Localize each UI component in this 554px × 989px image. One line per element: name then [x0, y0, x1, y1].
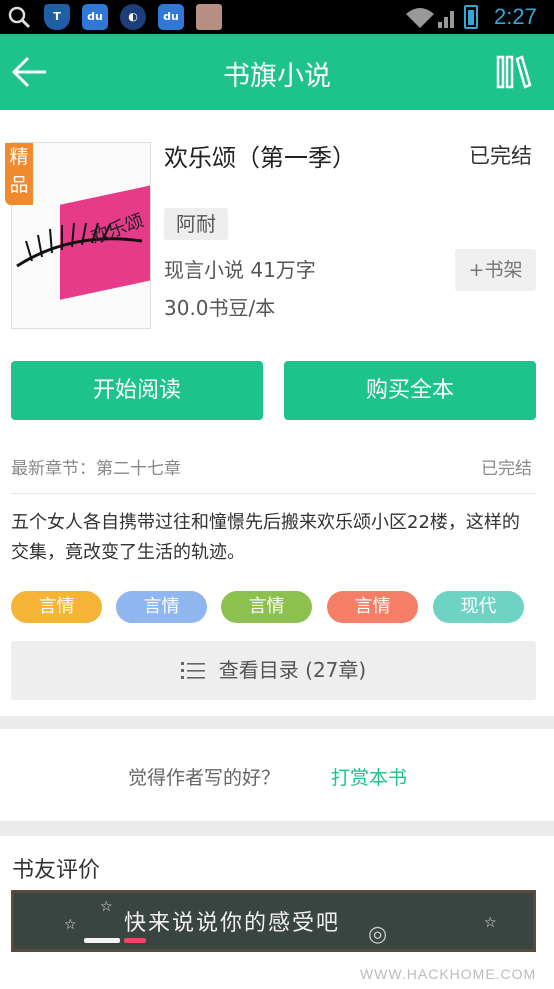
chapter-status: 已完结 — [481, 459, 532, 479]
book-detail-card: 欢乐颂 精品 欢乐颂（第一季） 已完结 阿耐 现言小说 41万字 30.0书豆/… — [0, 110, 554, 716]
view-catalog-button[interactable]: 查看目录 (27章) — [11, 641, 536, 700]
latest-chapter[interactable]: 最新章节：第二十七章 — [11, 454, 181, 479]
clock: 2:27 — [494, 4, 537, 29]
write-review-banner[interactable]: ☆ ☆ ☆ 快来说说你的感受吧 — [11, 890, 536, 952]
bookshelf-icon[interactable] — [496, 54, 532, 90]
watermark: WWW.HACKHOME.COM — [360, 966, 537, 982]
app-bar: 书旗小说 — [0, 34, 554, 110]
baidu-icon: du — [82, 4, 108, 30]
tip-question: 觉得作者写的好？ — [128, 767, 281, 789]
chalk-piece — [84, 938, 120, 943]
battery-icon — [464, 5, 478, 29]
book-price: 30.0书豆/本 — [164, 296, 276, 320]
star-icon: ☆ — [484, 915, 497, 931]
divider — [11, 493, 536, 494]
reader-reviews-section: 书友评价 ☆ ☆ ☆ 快来说说你的感受吧 ◎ WWW.HACKHOME.COM — [0, 836, 554, 989]
catalog-label: 查看目录 (27章) — [218, 658, 367, 682]
genre-tag[interactable]: 言情 — [221, 591, 312, 623]
start-reading-button[interactable]: 开始阅读 — [11, 361, 263, 420]
premium-badge: 精品 — [5, 143, 33, 205]
chalk-piece — [124, 938, 146, 943]
add-to-shelf-button[interactable]: +书架 — [455, 249, 536, 291]
tip-panel: 觉得作者写的好？ 打赏本书 — [0, 729, 554, 821]
status-bar: T du ◐ du 2:27 — [0, 0, 554, 34]
genre-tag[interactable]: 言情 — [327, 591, 418, 623]
baidu-icon: du — [158, 4, 184, 30]
app-circle-icon: ◐ — [120, 4, 146, 30]
book-description: 五个女人各自携带过往和憧憬先后搬来欢乐颂小区22楼，这样的交集，竟改变了生活的轨… — [11, 512, 520, 563]
wifi-icon — [406, 8, 454, 28]
genre-tag[interactable]: 言情 — [11, 591, 102, 623]
review-prompt: 快来说说你的感受吧 — [124, 911, 341, 936]
reward-book-link[interactable]: 打赏本书 — [331, 763, 407, 790]
genre-tag[interactable]: 现代 — [433, 591, 524, 623]
book-title: 欢乐颂（第一季） — [164, 144, 356, 172]
genre-tag[interactable]: 言情 — [116, 591, 207, 623]
author-tag[interactable]: 阿耐 — [164, 208, 228, 240]
list-icon — [180, 661, 205, 679]
page-title: 书旗小说 — [223, 61, 331, 92]
search-icon — [8, 6, 31, 29]
shield-icon: T — [44, 4, 70, 30]
photo-icon — [196, 4, 222, 30]
star-icon: ☆ — [64, 917, 77, 933]
star-icon: ☆ — [100, 899, 113, 915]
book-status: 已完结 — [469, 144, 532, 168]
reviews-header: 书友评价 — [12, 858, 101, 883]
watermark-logo-icon: ◎ — [368, 922, 388, 947]
buy-all-button[interactable]: 购买全本 — [284, 361, 536, 420]
book-category-words: 现言小说 41万字 — [164, 258, 316, 282]
